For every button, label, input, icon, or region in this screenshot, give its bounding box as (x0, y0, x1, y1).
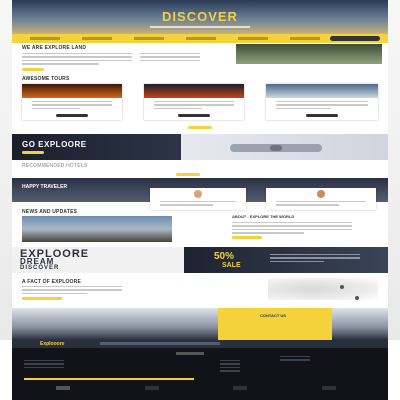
news-read-more[interactable] (232, 236, 262, 239)
contact-heading: CONTACT US (260, 313, 286, 318)
footer (12, 348, 388, 400)
tour-book-button[interactable] (178, 114, 210, 118)
tour-image (144, 84, 244, 98)
hotels-heading: RECOMMENDED HOTELS (22, 163, 88, 169)
news-article-title[interactable]: ABOUT - EXPLORE THE WORLD (232, 214, 362, 219)
newsletter-brand: Explooore (40, 341, 65, 347)
nav-item[interactable] (134, 37, 164, 40)
explore-heading: GO EXPLOORE (22, 140, 87, 149)
footer-col-contact (280, 356, 310, 361)
hotels-button[interactable] (176, 173, 200, 176)
tours-heading: AWESOME TOURS (22, 76, 70, 82)
footer-bottom-buttons (56, 386, 336, 390)
testimonial-card (150, 188, 246, 210)
tour-book-button[interactable] (56, 114, 88, 118)
footer-button[interactable] (56, 386, 70, 390)
tour-image (266, 84, 378, 98)
footer-button[interactable] (233, 386, 248, 390)
fact-button[interactable] (22, 297, 62, 300)
about-text (22, 53, 132, 65)
play-icon[interactable] (270, 145, 282, 151)
about-list (140, 53, 200, 62)
fact-text (22, 286, 122, 295)
news-article-text (232, 222, 352, 234)
footer-col-about (24, 360, 64, 369)
about-button[interactable] (22, 68, 44, 71)
about-heading: WE ARE EXPLORE LAND (22, 45, 87, 51)
tour-card[interactable] (144, 84, 244, 120)
map-pin-icon (340, 285, 344, 289)
sale-value: 50% (214, 251, 235, 262)
left-gutter (0, 0, 12, 340)
testimonial-card (266, 188, 376, 210)
nav-item[interactable] (238, 37, 268, 40)
nav-item[interactable] (82, 37, 112, 40)
footer-progress (24, 378, 194, 380)
hero-title: DISCOVER (162, 9, 238, 24)
promo-line3: DISCOVER (20, 265, 60, 271)
nav-item[interactable] (290, 37, 320, 40)
avatar (317, 190, 325, 198)
map-pin-icon (355, 296, 359, 300)
footer-button[interactable] (321, 386, 336, 390)
tours-more-button[interactable] (188, 126, 212, 129)
hero-subtitle-bar (150, 26, 250, 28)
about-image (236, 44, 382, 64)
nav-menu (30, 37, 320, 40)
search-button[interactable] (330, 36, 380, 41)
tour-book-button[interactable] (306, 114, 338, 118)
fact-heading: A FACT OF EXPLOORE (22, 279, 81, 285)
footer-col-links (220, 360, 240, 372)
footer-button[interactable] (144, 386, 159, 390)
news-heading: NEWS AND UPDATES (22, 209, 78, 215)
right-gutter (388, 0, 400, 340)
tour-card[interactable] (266, 84, 378, 120)
world-map (268, 278, 378, 300)
explore-button[interactable] (22, 151, 44, 154)
news-image (22, 216, 172, 242)
tour-image (22, 84, 122, 98)
footer-logo (176, 352, 204, 355)
sale-text (270, 254, 360, 263)
travelers-heading: HAPPY TRAVELER (22, 184, 68, 190)
sale-label: SALE (222, 262, 241, 269)
tour-card[interactable] (22, 84, 122, 120)
avatar (194, 190, 202, 198)
nav-item[interactable] (186, 37, 216, 40)
newsletter-input[interactable] (100, 342, 220, 345)
nav-item[interactable] (30, 37, 60, 40)
